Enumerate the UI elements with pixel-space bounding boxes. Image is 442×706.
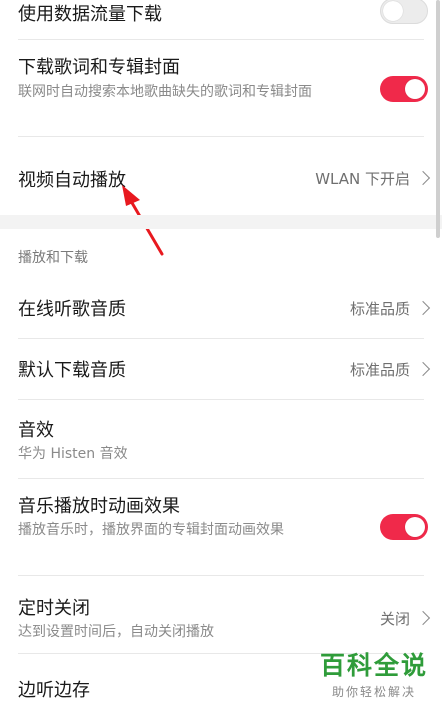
chevron-right-icon <box>415 170 431 186</box>
scrollbar[interactable] <box>436 0 440 238</box>
chevron-right-icon <box>415 610 431 626</box>
chevron-right-icon <box>415 361 431 377</box>
online-quality-row[interactable]: 在线听歌音质 标准品质 <box>0 278 442 338</box>
download-quality-value: 标准品质 <box>349 361 410 379</box>
video-autoplay-value: WLAN 下开启 <box>315 170 410 188</box>
download-quality-label: 默认下载音质 <box>18 360 126 381</box>
sleep-timer-value: 关闭 <box>379 610 410 628</box>
section-gap <box>0 215 442 229</box>
sound-effect-description: 华为 Histen 音效 <box>18 446 128 462</box>
chevron-right-icon <box>415 300 431 316</box>
animation-effect-description: 播放音乐时，播放界面的专辑封面动画效果 <box>18 522 284 538</box>
sleep-timer-row[interactable]: 定时关闭 达到设置时间后，自动关闭播放 关闭 <box>0 576 442 653</box>
watermark-logo: 百科全说 助你轻松解决 <box>318 646 430 700</box>
online-quality-label: 在线听歌音质 <box>18 299 126 320</box>
lyrics-cover-download-row[interactable]: 下载歌词和专辑封面 联网时自动搜索本地歌曲缺失的歌词和专辑封面 <box>0 40 442 136</box>
lyrics-cover-download-label: 下载歌词和专辑封面 <box>18 57 180 78</box>
toggle-knob <box>383 1 403 21</box>
animation-effect-label: 音乐播放时动画效果 <box>18 496 180 517</box>
lyrics-cover-download-description: 联网时自动搜索本地歌曲缺失的歌词和专辑封面 <box>18 84 312 100</box>
toggle-knob <box>405 79 425 99</box>
mobile-data-download-toggle[interactable] <box>380 0 428 24</box>
watermark-subtitle: 助你轻松解决 <box>331 685 416 699</box>
animation-effect-row[interactable]: 音乐播放时动画效果 播放音乐时，播放界面的专辑封面动画效果 <box>0 479 442 575</box>
lyrics-cover-download-toggle[interactable] <box>380 76 428 102</box>
video-autoplay-row[interactable]: 视频自动播放 WLAN 下开启 <box>0 137 442 215</box>
watermark-title: 百科全说 <box>319 651 428 680</box>
cache-while-playing-label: 边听边存 <box>18 680 90 701</box>
online-quality-value: 标准品质 <box>349 300 410 318</box>
section-header-playback: 播放和下载 <box>18 250 88 266</box>
mobile-data-download-row[interactable]: 使用数据流量下载 <box>0 0 442 40</box>
sound-effect-label: 音效 <box>18 420 54 441</box>
animation-effect-toggle[interactable] <box>380 514 428 540</box>
mobile-data-download-label: 使用数据流量下载 <box>18 4 162 25</box>
download-quality-row[interactable]: 默认下载音质 标准品质 <box>0 339 442 399</box>
sleep-timer-label: 定时关闭 <box>18 598 90 619</box>
sound-effect-row[interactable]: 音效 华为 Histen 音效 <box>0 400 442 478</box>
sleep-timer-description: 达到设置时间后，自动关闭播放 <box>18 624 214 640</box>
toggle-knob <box>405 517 425 537</box>
